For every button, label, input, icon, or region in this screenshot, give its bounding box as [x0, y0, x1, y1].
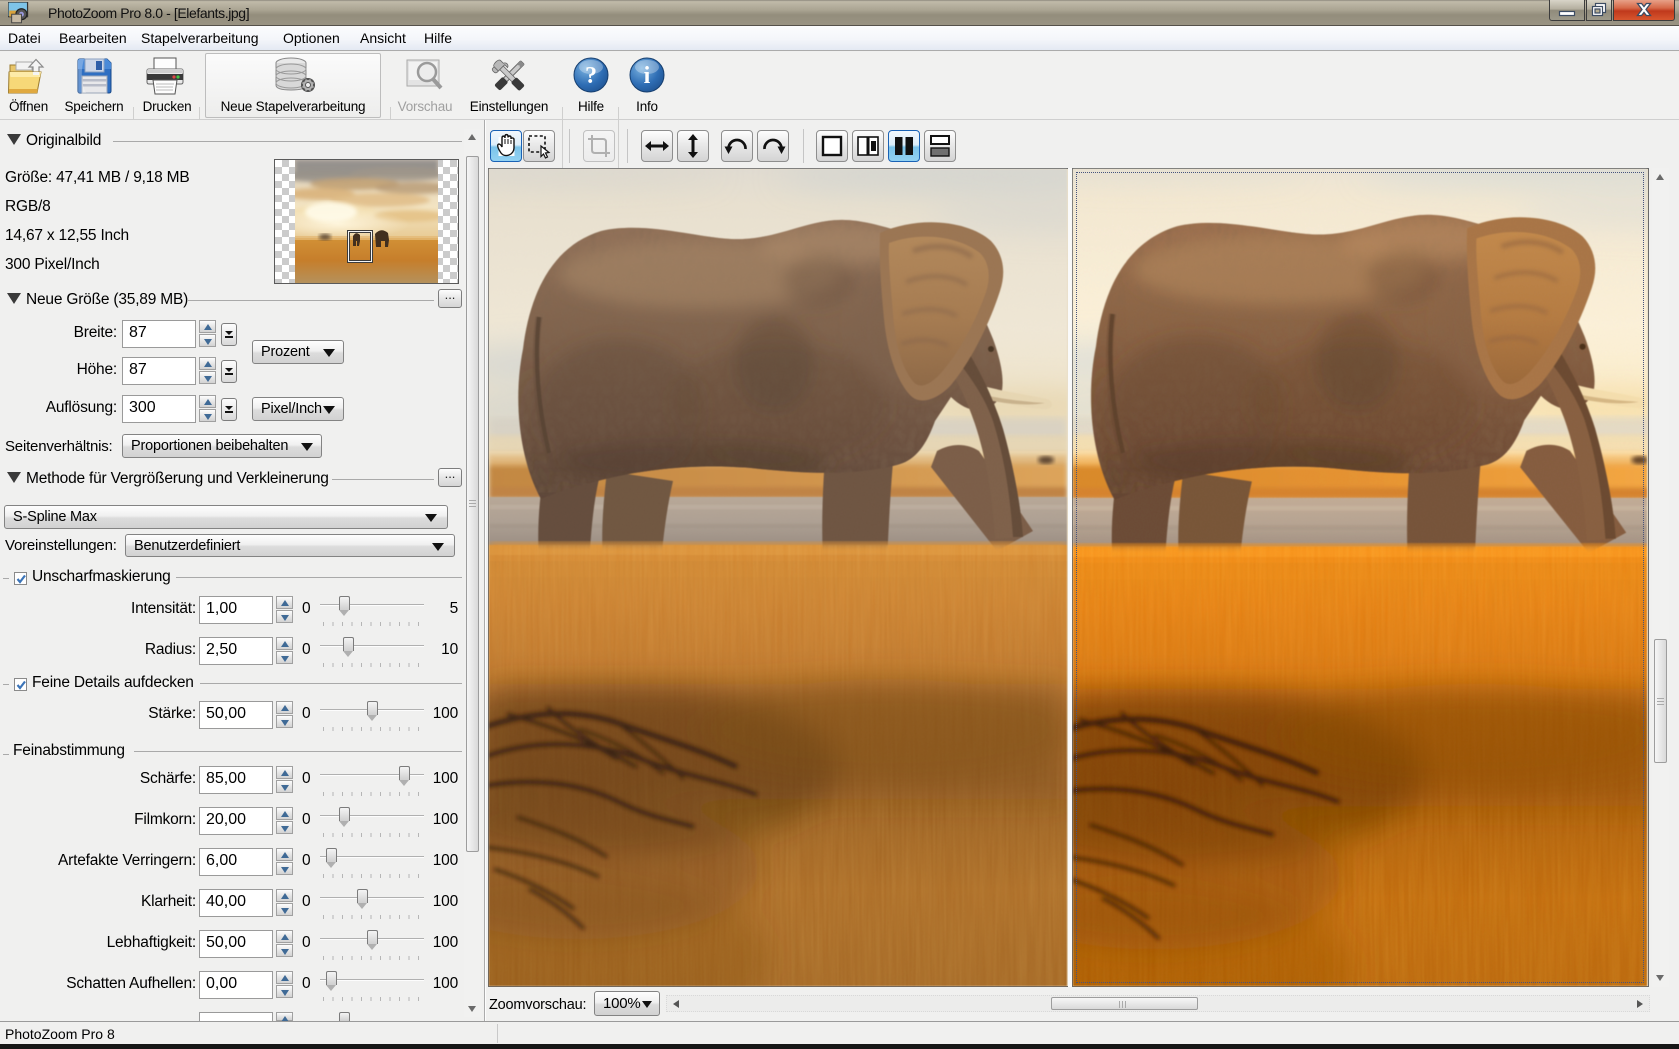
svg-text:i: i	[644, 63, 651, 89]
svg-text:?: ?	[585, 63, 597, 89]
